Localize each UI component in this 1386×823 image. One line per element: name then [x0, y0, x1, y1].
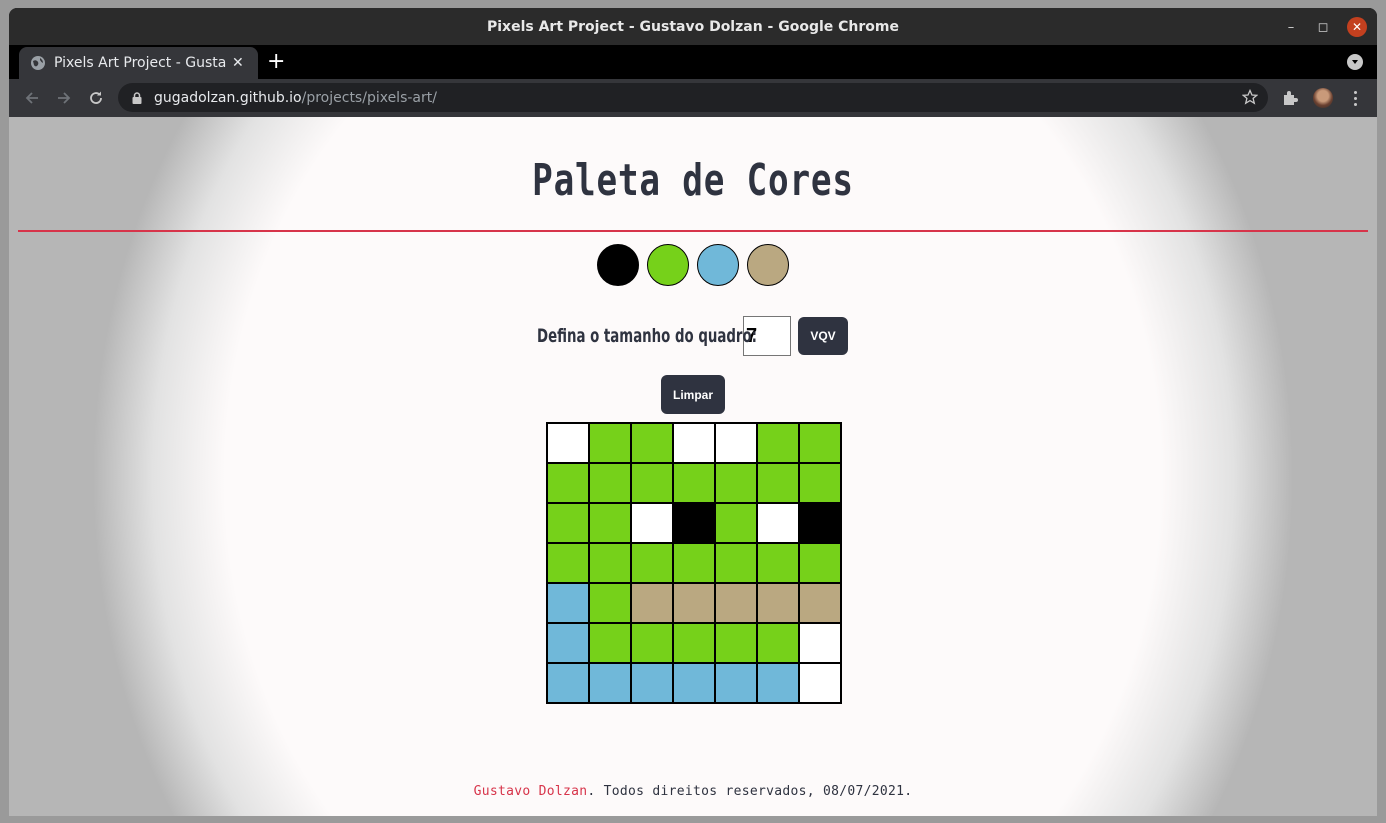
pixel[interactable]: [757, 663, 799, 703]
pixel[interactable]: [673, 463, 715, 503]
pixel[interactable]: [799, 423, 841, 463]
pixel[interactable]: [547, 623, 589, 663]
tab-close-icon[interactable]: ✕: [232, 55, 244, 71]
globe-icon: [31, 56, 45, 70]
menu-dot: [1353, 102, 1357, 106]
reload-icon: [90, 91, 102, 104]
chevron-down-icon: [1352, 60, 1358, 64]
minimize-button[interactable]: –: [1281, 17, 1301, 37]
pixel[interactable]: [799, 663, 841, 703]
arrow-left-icon: [25, 92, 38, 104]
pixel[interactable]: [673, 543, 715, 583]
pixel[interactable]: [631, 583, 673, 623]
pixel[interactable]: [757, 463, 799, 503]
pixel[interactable]: [589, 503, 631, 543]
pixel[interactable]: [547, 503, 589, 543]
pixel[interactable]: [631, 463, 673, 503]
pixel[interactable]: [547, 663, 589, 703]
pixel[interactable]: [757, 543, 799, 583]
palette-color-2[interactable]: [647, 244, 689, 286]
bookmark-star-icon[interactable]: [1242, 89, 1258, 105]
pixel[interactable]: [757, 503, 799, 543]
pixel[interactable]: [757, 623, 799, 663]
pixel[interactable]: [799, 623, 841, 663]
footer-author: Gustavo Dolzan: [473, 784, 588, 799]
menu-dot: [1353, 96, 1357, 100]
footer-text: . Todos direitos reservados, 08/07/2021.: [587, 784, 913, 799]
address-bar[interactable]: gugadolzan.github.io/projects/pixels-art…: [118, 83, 1268, 112]
title-divider: [18, 230, 1368, 232]
tab-search-button[interactable]: [1347, 54, 1363, 70]
lock-icon: [132, 91, 142, 104]
browser-menu-button[interactable]: [1349, 89, 1361, 107]
pixel[interactable]: [631, 503, 673, 543]
pixel[interactable]: [715, 663, 757, 703]
pixel[interactable]: [589, 543, 631, 583]
pixel[interactable]: [589, 463, 631, 503]
pixel[interactable]: [715, 423, 757, 463]
palette-color-4[interactable]: [747, 244, 789, 286]
url-path: /projects/pixels-art/: [301, 89, 437, 106]
color-palette: [597, 244, 789, 286]
pixel[interactable]: [547, 463, 589, 503]
url-host: gugadolzan.github.io: [154, 89, 302, 106]
pixel[interactable]: [799, 583, 841, 623]
pixel[interactable]: [799, 543, 841, 583]
extensions-icon[interactable]: [1281, 89, 1299, 107]
back-button[interactable]: [22, 88, 42, 108]
pixel[interactable]: [757, 423, 799, 463]
palette-color-1[interactable]: [597, 244, 639, 286]
tab-label: Pixels Art Project - Gustavo Dolzan: [54, 55, 226, 71]
pixel[interactable]: [631, 663, 673, 703]
pixel[interactable]: [715, 623, 757, 663]
pixel[interactable]: [673, 503, 715, 543]
pixel[interactable]: [589, 583, 631, 623]
pixel[interactable]: [673, 623, 715, 663]
pixel[interactable]: [673, 583, 715, 623]
pixel[interactable]: [673, 663, 715, 703]
profile-avatar[interactable]: [1313, 88, 1333, 108]
pixel[interactable]: [547, 543, 589, 583]
pixel[interactable]: [547, 583, 589, 623]
generate-board-button[interactable]: VQV: [798, 317, 848, 355]
reload-button[interactable]: [86, 88, 106, 108]
page-title: Paleta de Cores: [532, 155, 854, 206]
board-size-label: Defina o tamanho do quadro:: [537, 325, 757, 347]
browser-toolbar: gugadolzan.github.io/projects/pixels-art…: [9, 79, 1377, 117]
pixel[interactable]: [715, 503, 757, 543]
menu-dot: [1353, 90, 1357, 94]
browser-window: Pixels Art Project - Gustavo Dolzan - Go…: [9, 8, 1377, 816]
page-content: Paleta de Cores Defina o tamanho do quad…: [9, 117, 1377, 816]
pixel-board: [546, 422, 842, 704]
pixel[interactable]: [547, 423, 589, 463]
pixel[interactable]: [715, 543, 757, 583]
palette-color-3[interactable]: [697, 244, 739, 286]
tab-pixels-art[interactable]: Pixels Art Project - Gustavo Dolzan ✕: [19, 47, 258, 79]
pixel[interactable]: [799, 503, 841, 543]
pixel[interactable]: [631, 623, 673, 663]
maximize-button[interactable]: ◻: [1313, 17, 1333, 37]
pixel[interactable]: [589, 623, 631, 663]
pixel[interactable]: [757, 583, 799, 623]
new-tab-button[interactable]: +: [267, 51, 285, 73]
clear-board-button[interactable]: Limpar: [661, 375, 725, 414]
pixel[interactable]: [715, 463, 757, 503]
close-window-button[interactable]: ✕: [1347, 17, 1367, 37]
tab-strip: Pixels Art Project - Gustavo Dolzan ✕ +: [9, 45, 1377, 79]
footer: Gustavo Dolzan. Todos direitos reservado…: [9, 784, 1377, 799]
pixel[interactable]: [715, 583, 757, 623]
pixel[interactable]: [799, 463, 841, 503]
pixel[interactable]: [589, 423, 631, 463]
title-bar: Pixels Art Project - Gustavo Dolzan - Go…: [9, 8, 1377, 45]
pixel[interactable]: [673, 423, 715, 463]
forward-button[interactable]: [54, 88, 74, 108]
arrow-right-icon: [58, 92, 71, 104]
board-size-row: Defina o tamanho do quadro: VQV: [537, 316, 848, 356]
pixel[interactable]: [631, 543, 673, 583]
window-title: Pixels Art Project - Gustavo Dolzan - Go…: [487, 18, 899, 35]
pixel[interactable]: [631, 423, 673, 463]
pixel[interactable]: [589, 663, 631, 703]
